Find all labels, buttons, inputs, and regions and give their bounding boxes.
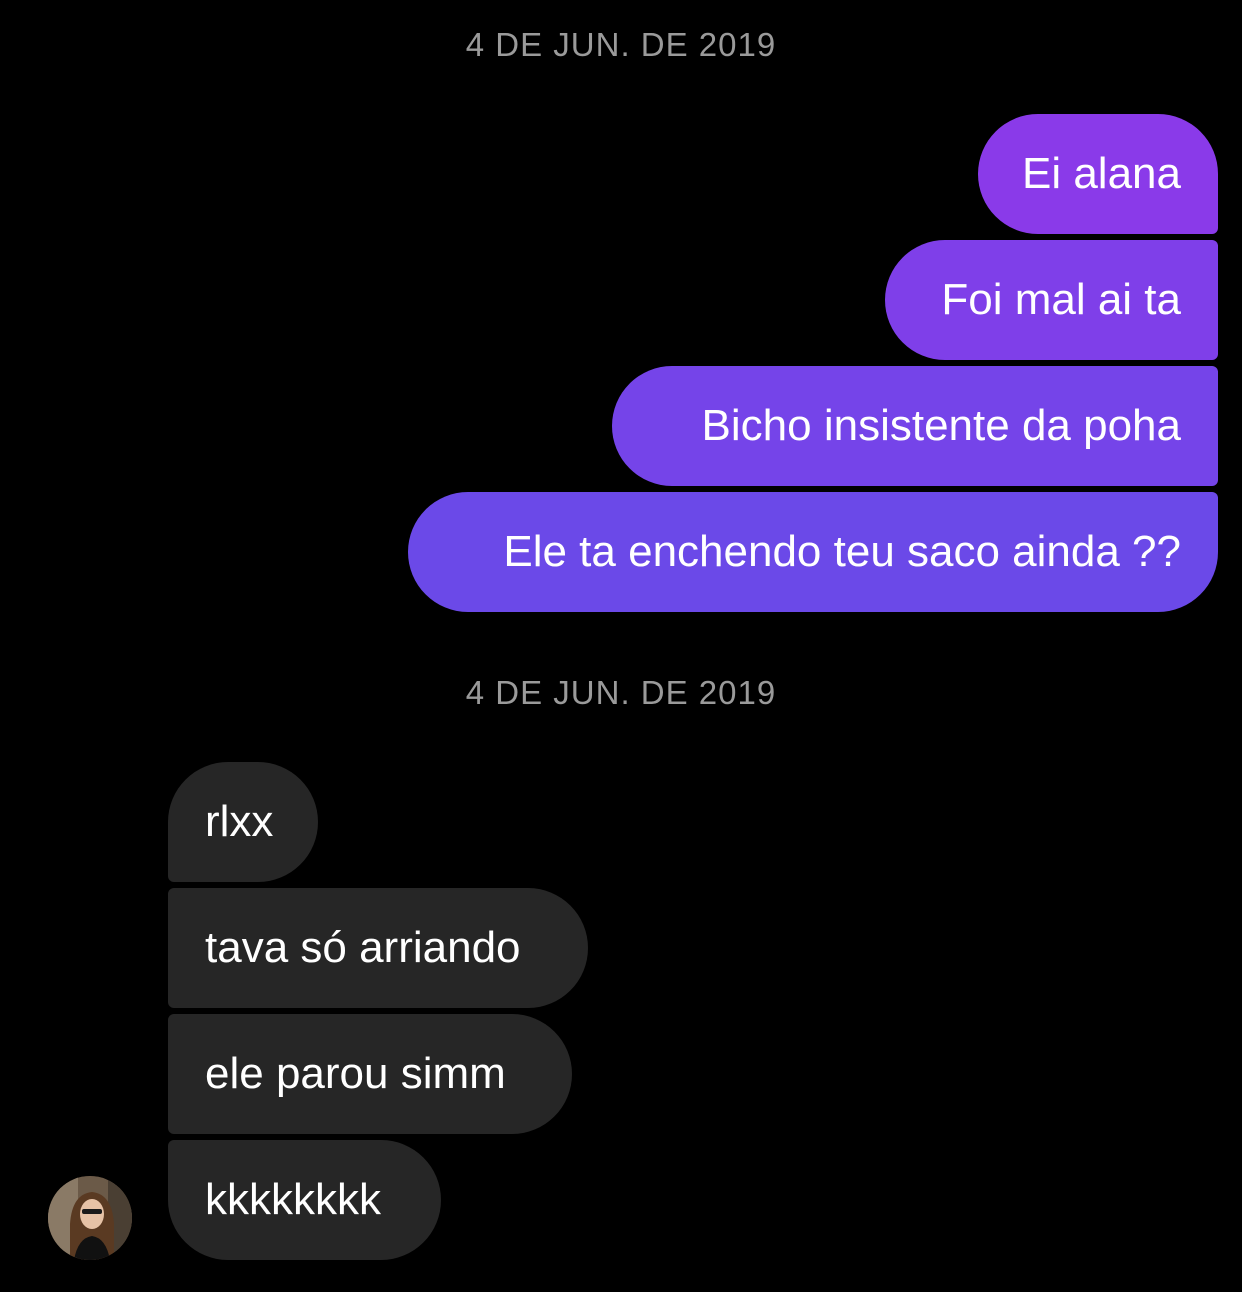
received-message-bubble[interactable]: kkkkkkkk — [168, 1140, 441, 1260]
received-message-bubble[interactable]: ele parou simm — [168, 1014, 572, 1134]
avatar-photo-icon — [48, 1176, 132, 1260]
sent-message-bubble[interactable]: Ele ta enchendo teu saco ainda ?? — [408, 492, 1218, 612]
timestamp-divider: 4 DE JUN. DE 2019 — [465, 26, 777, 63]
sent-message-bubble[interactable]: Ei alana — [978, 114, 1218, 234]
sent-message-bubble[interactable]: Foi mal ai ta — [885, 240, 1218, 360]
timestamp-divider: 4 DE JUN. DE 2019 — [465, 674, 777, 711]
sent-message-bubble[interactable]: Bicho insistente da poha — [612, 366, 1218, 486]
received-message-bubble[interactable]: rlxx — [168, 762, 318, 882]
received-message-bubble[interactable]: tava só arriando — [168, 888, 588, 1008]
contact-avatar[interactable] — [48, 1176, 132, 1260]
